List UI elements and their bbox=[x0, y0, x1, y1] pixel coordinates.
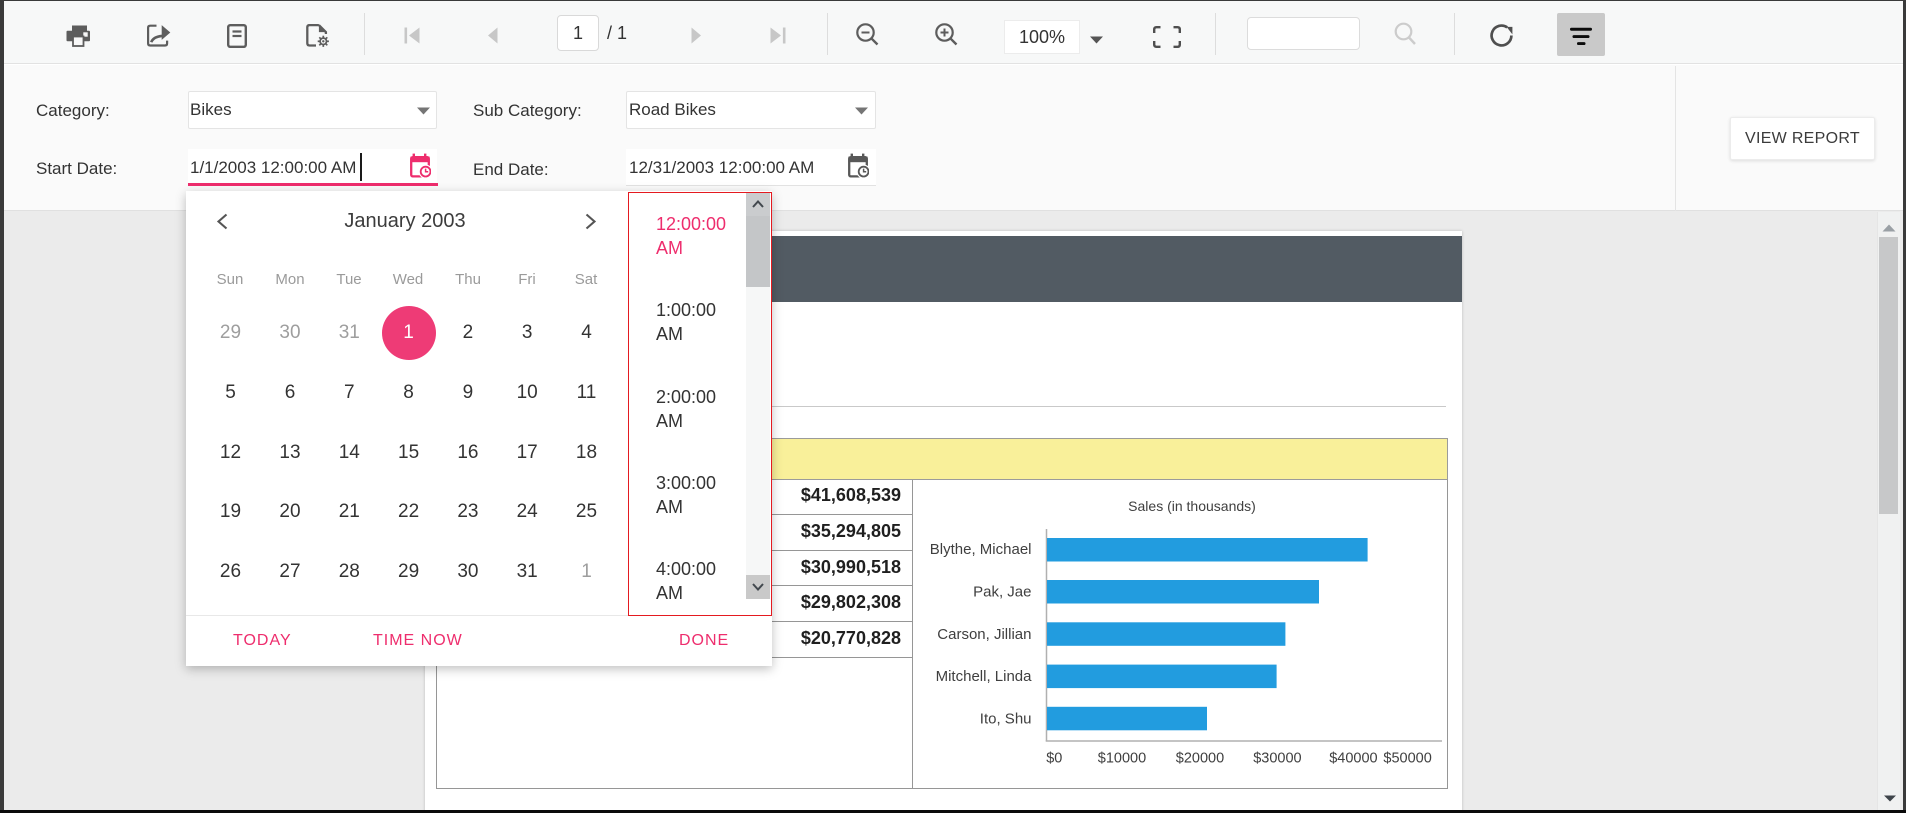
svg-text:Blythe, Michael: Blythe, Michael bbox=[930, 541, 1032, 558]
svg-text:Carson, Jillian: Carson, Jillian bbox=[937, 626, 1031, 643]
svg-text:$30000: $30000 bbox=[1253, 751, 1301, 767]
svg-text:$40000: $40000 bbox=[1329, 751, 1377, 767]
svg-text:$10000: $10000 bbox=[1098, 751, 1146, 767]
svg-text:Pak, Jae: Pak, Jae bbox=[973, 584, 1031, 601]
svg-text:$20000: $20000 bbox=[1176, 751, 1224, 767]
svg-text:Ito, Shu: Ito, Shu bbox=[980, 711, 1032, 728]
svg-text:$50000: $50000 bbox=[1383, 751, 1431, 767]
svg-text:$0: $0 bbox=[1046, 751, 1062, 767]
svg-text:Sales (in thousands): Sales (in thousands) bbox=[1128, 498, 1256, 514]
svg-text:Mitchell, Linda: Mitchell, Linda bbox=[936, 668, 1033, 685]
